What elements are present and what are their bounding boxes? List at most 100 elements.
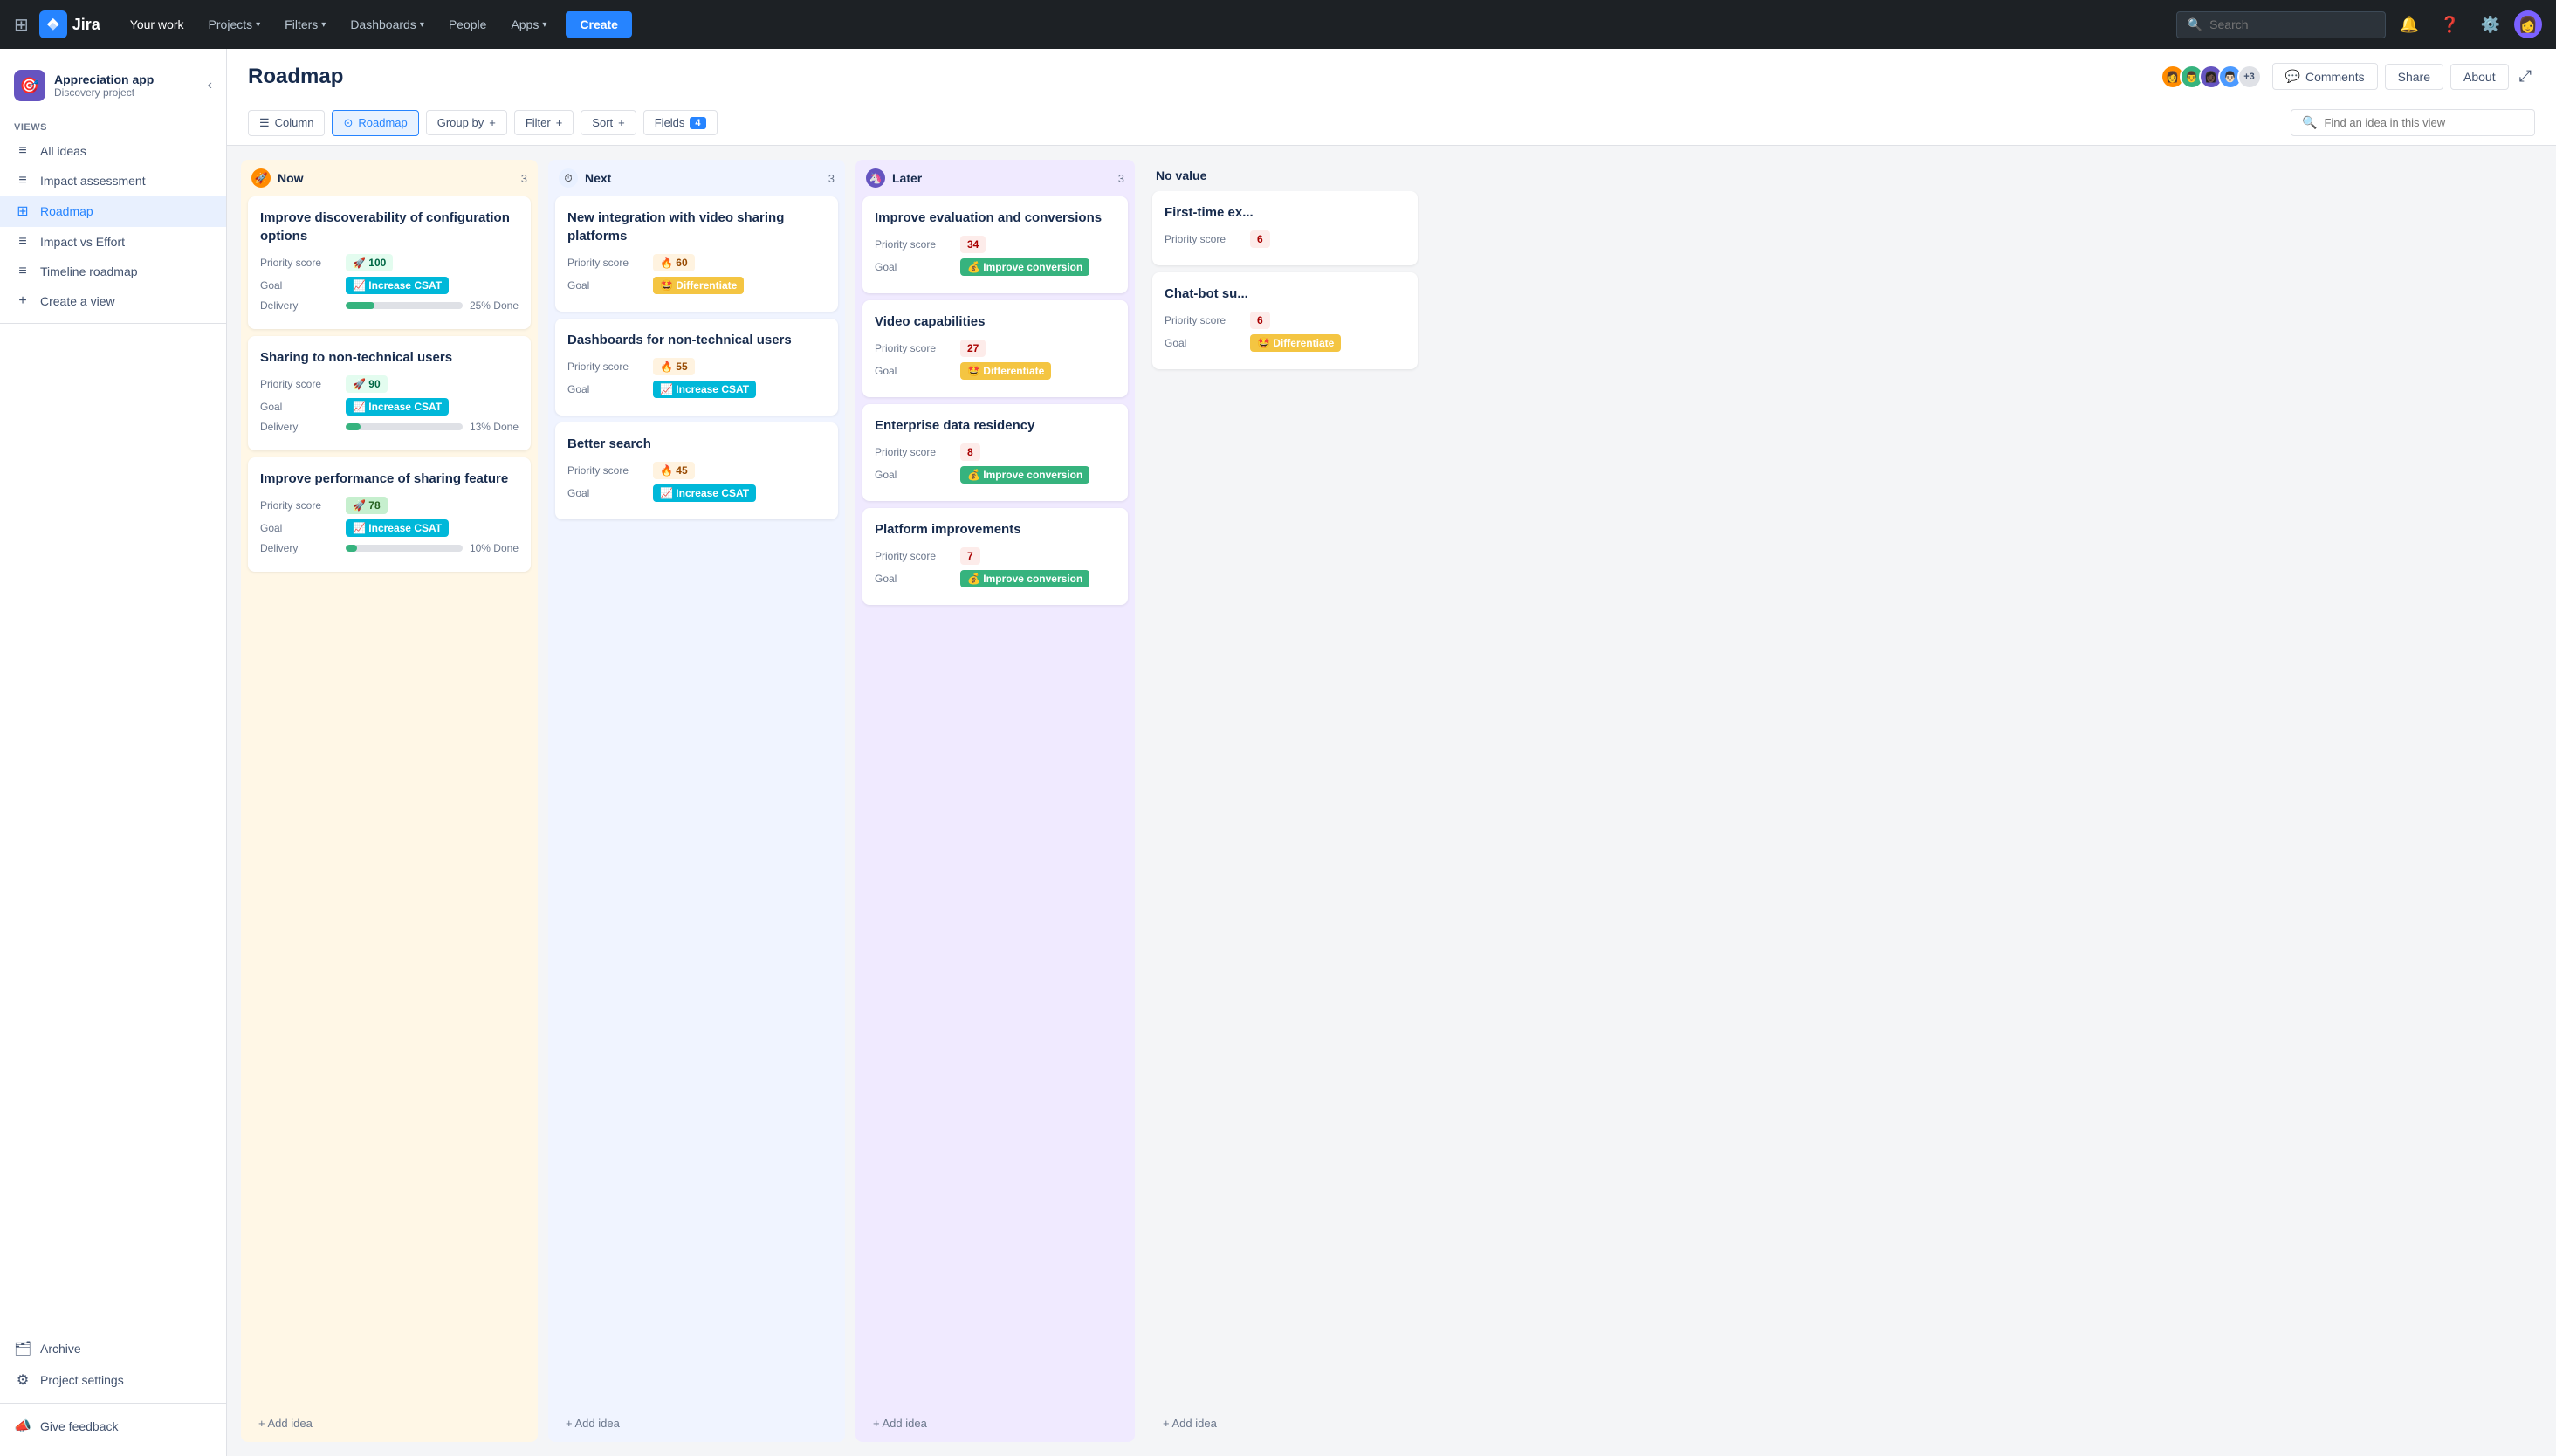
fields-button[interactable]: Fields 4 [643,110,718,135]
goal-label: Goal [875,573,953,585]
card-goal-field: Goal 🤩 Differentiate [875,362,1116,380]
settings-icon[interactable]: ⚙️ [2474,12,2507,38]
priority-score-badge: 🚀 78 [346,497,388,514]
sidebar-item-roadmap[interactable]: ⊞ Roadmap [0,196,226,227]
toolbar-search[interactable]: 🔍 [2291,109,2535,136]
card[interactable]: Better search Priority score 🔥 45 Goal 📈… [555,422,838,519]
sidebar-item-create-view[interactable]: + Create a view [0,286,226,316]
card-goal-field: Goal 📈 Increase CSAT [260,277,519,294]
add-idea-btn-later[interactable]: + Add idea [862,1408,1128,1439]
card[interactable]: Chat-bot su... Priority score 6 Goal 🤩 D… [1152,272,1418,369]
page-header-actions: 👩 👨 👩🏿 👨🏻 +3 💬 Comments Share A [2161,63,2535,90]
share-button[interactable]: Share [2385,64,2443,90]
search-input[interactable] [2209,17,2349,31]
column-no-value: No valueFirst-time ex... Priority score … [1145,160,1425,1442]
nav-filters[interactable]: Filters ▾ [276,12,334,37]
nav-your-work[interactable]: Your work [121,12,193,37]
goal-badge: 📈 Increase CSAT [346,519,449,537]
comments-button[interactable]: 💬 Comments [2272,63,2378,90]
sort-button[interactable]: Sort + [581,110,636,135]
goal-label: Goal [567,279,646,292]
card[interactable]: First-time ex... Priority score 6 [1152,191,1418,265]
roadmap-icon: ⊞ [14,203,31,220]
about-button[interactable]: About [2450,64,2509,90]
card-priority-field: Priority score 34 [875,236,1116,253]
search-bar[interactable]: 🔍 [2176,11,2386,38]
priority-score-badge: 🔥 55 [653,358,695,375]
filter-button[interactable]: Filter + [514,110,574,135]
column-title-later: Later [892,171,922,185]
sidebar-item-give-feedback[interactable]: 📣 Give feedback [0,1411,226,1442]
project-icon: 🎯 [14,70,45,101]
user-avatar[interactable]: 👩 [2514,10,2542,38]
card-title: Dashboards for non-technical users [567,331,826,349]
column-icon: ☰ [259,116,270,130]
goal-badge: 📈 Increase CSAT [346,277,449,294]
avatar-count: +3 [2237,65,2262,89]
toolbar-search-input[interactable] [2324,116,2524,129]
sidebar-item-project-settings[interactable]: ⚙ Project settings [0,1364,226,1396]
add-idea-btn-no-value[interactable]: + Add idea [1152,1408,1418,1439]
archive-icon: 🗂 [14,1340,31,1357]
nav-projects[interactable]: Projects ▾ [200,12,270,37]
card-goal-field: Goal 📈 Increase CSAT [567,381,826,398]
nav-dashboards[interactable]: Dashboards ▾ [341,12,433,37]
logo[interactable]: Jira [39,10,100,38]
column-button[interactable]: ☰ Column [248,110,325,136]
priority-score-badge: 6 [1250,230,1270,248]
card-priority-field: Priority score 🚀 78 [260,497,519,514]
grid-icon[interactable]: ⊞ [14,14,29,36]
delivery-label: Delivery [260,542,339,554]
help-icon[interactable]: ❓ [2433,12,2466,38]
nav-people[interactable]: People [440,12,496,37]
card[interactable]: Platform improvements Priority score 7 G… [862,508,1128,605]
sidebar-item-impact-vs-effort[interactable]: ≡ Impact vs Effort [0,227,226,257]
progress-label: 25% Done [470,299,519,312]
card-delivery-field: Delivery 10% Done [260,542,519,554]
roadmap-button[interactable]: ⊙ Roadmap [332,110,418,136]
sidebar-divider [0,323,226,324]
column-count-now: 3 [521,172,527,185]
sidebar-collapse-btn[interactable]: ‹ [208,78,212,93]
project-name: Appreciation app [54,72,154,86]
sidebar-item-archive[interactable]: 🗂 Archive [0,1333,226,1364]
expand-button[interactable]: ⤢ [2516,64,2535,89]
goal-label: Goal [875,365,953,377]
card-priority-field: Priority score 🚀 100 [260,254,519,271]
notifications-icon[interactable]: 🔔 [2393,12,2426,38]
sidebar-item-timeline-roadmap[interactable]: ≡ Timeline roadmap [0,257,226,286]
card[interactable]: Enterprise data residency Priority score… [862,404,1128,501]
card[interactable]: Improve evaluation and conversions Prior… [862,196,1128,293]
priority-score-badge: 7 [960,547,980,565]
card[interactable]: New integration with video sharing platf… [555,196,838,312]
sidebar-item-impact-assessment[interactable]: ≡ Impact assessment [0,166,226,196]
goal-badge: 💰 Improve conversion [960,466,1089,484]
card[interactable]: Improve performance of sharing feature P… [248,457,531,572]
create-button[interactable]: Create [566,11,632,38]
priority-label: Priority score [1165,314,1243,326]
group-by-button[interactable]: Group by + [426,110,507,135]
timeline-roadmap-icon: ≡ [14,264,31,279]
toolbar-search-icon: 🔍 [2302,115,2317,130]
nav-apps[interactable]: Apps ▾ [502,12,555,37]
add-idea-btn-next[interactable]: + Add idea [555,1408,838,1439]
column-cards-next: New integration with video sharing platf… [548,196,845,1404]
card[interactable]: Improve discoverability of configuration… [248,196,531,329]
card[interactable]: Video capabilities Priority score 27 Goa… [862,300,1128,397]
sidebar-project: 🎯 Appreciation app Discovery project ‹ [0,63,226,115]
card-priority-field: Priority score 6 [1165,230,1405,248]
card-title: Platform improvements [875,520,1116,539]
card[interactable]: Dashboards for non-technical users Prior… [555,319,838,416]
card[interactable]: Sharing to non-technical users Priority … [248,336,531,450]
column-title-now: Now [278,171,304,185]
group-by-plus-icon: + [489,116,496,129]
priority-score-badge: 🚀 100 [346,254,393,271]
priority-score-badge: 🚀 90 [346,375,388,393]
column-title-next: Next [585,171,611,185]
priority-label: Priority score [875,238,953,251]
add-idea-btn-now[interactable]: + Add idea [248,1408,531,1439]
column-header-now: 🚀Now3 [241,160,538,196]
priority-label: Priority score [875,446,953,458]
sidebar-item-all-ideas[interactable]: ≡ All ideas [0,136,226,166]
goal-badge: 📈 Increase CSAT [653,484,756,502]
